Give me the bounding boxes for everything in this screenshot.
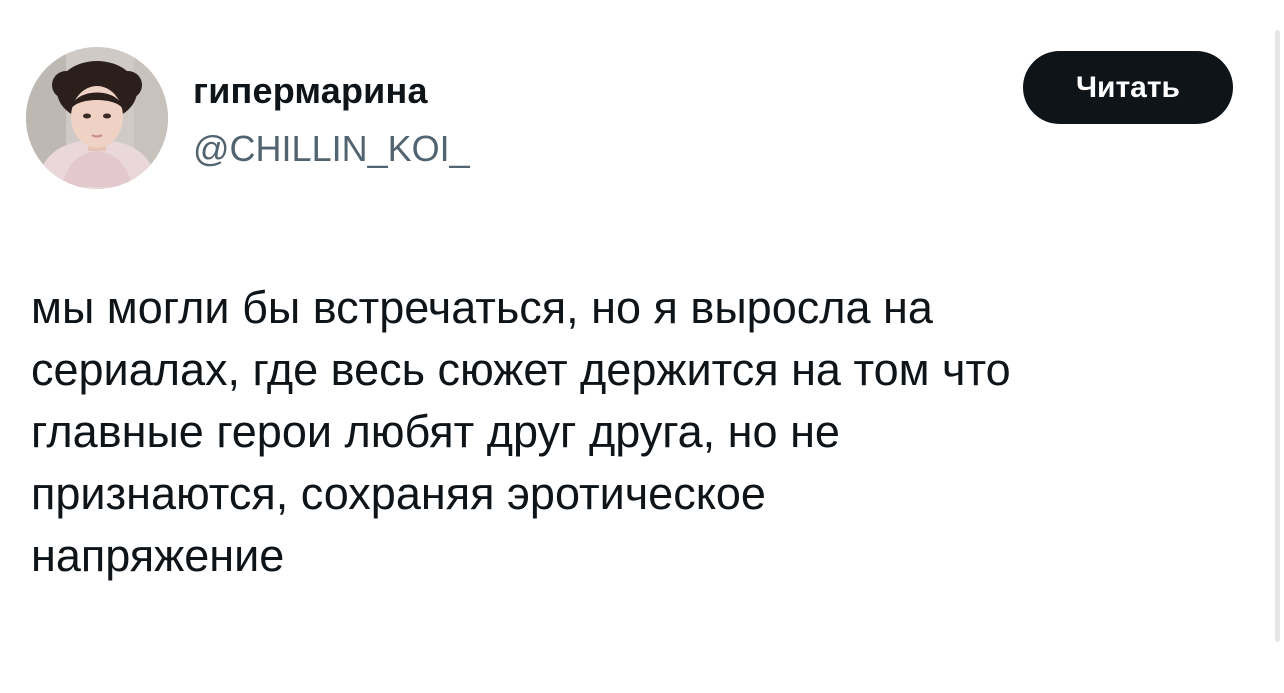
tweet-text: мы могли бы встречаться, но я выросла на… bbox=[31, 282, 1011, 581]
user-handle[interactable]: @CHILLIN_KOI_ bbox=[193, 127, 470, 171]
avatar[interactable] bbox=[26, 47, 168, 189]
display-name[interactable]: гипермарина bbox=[193, 69, 428, 113]
profile-photo-icon bbox=[26, 47, 168, 189]
follow-button[interactable]: Читать bbox=[1023, 51, 1233, 124]
scrollbar[interactable] bbox=[1275, 30, 1280, 642]
